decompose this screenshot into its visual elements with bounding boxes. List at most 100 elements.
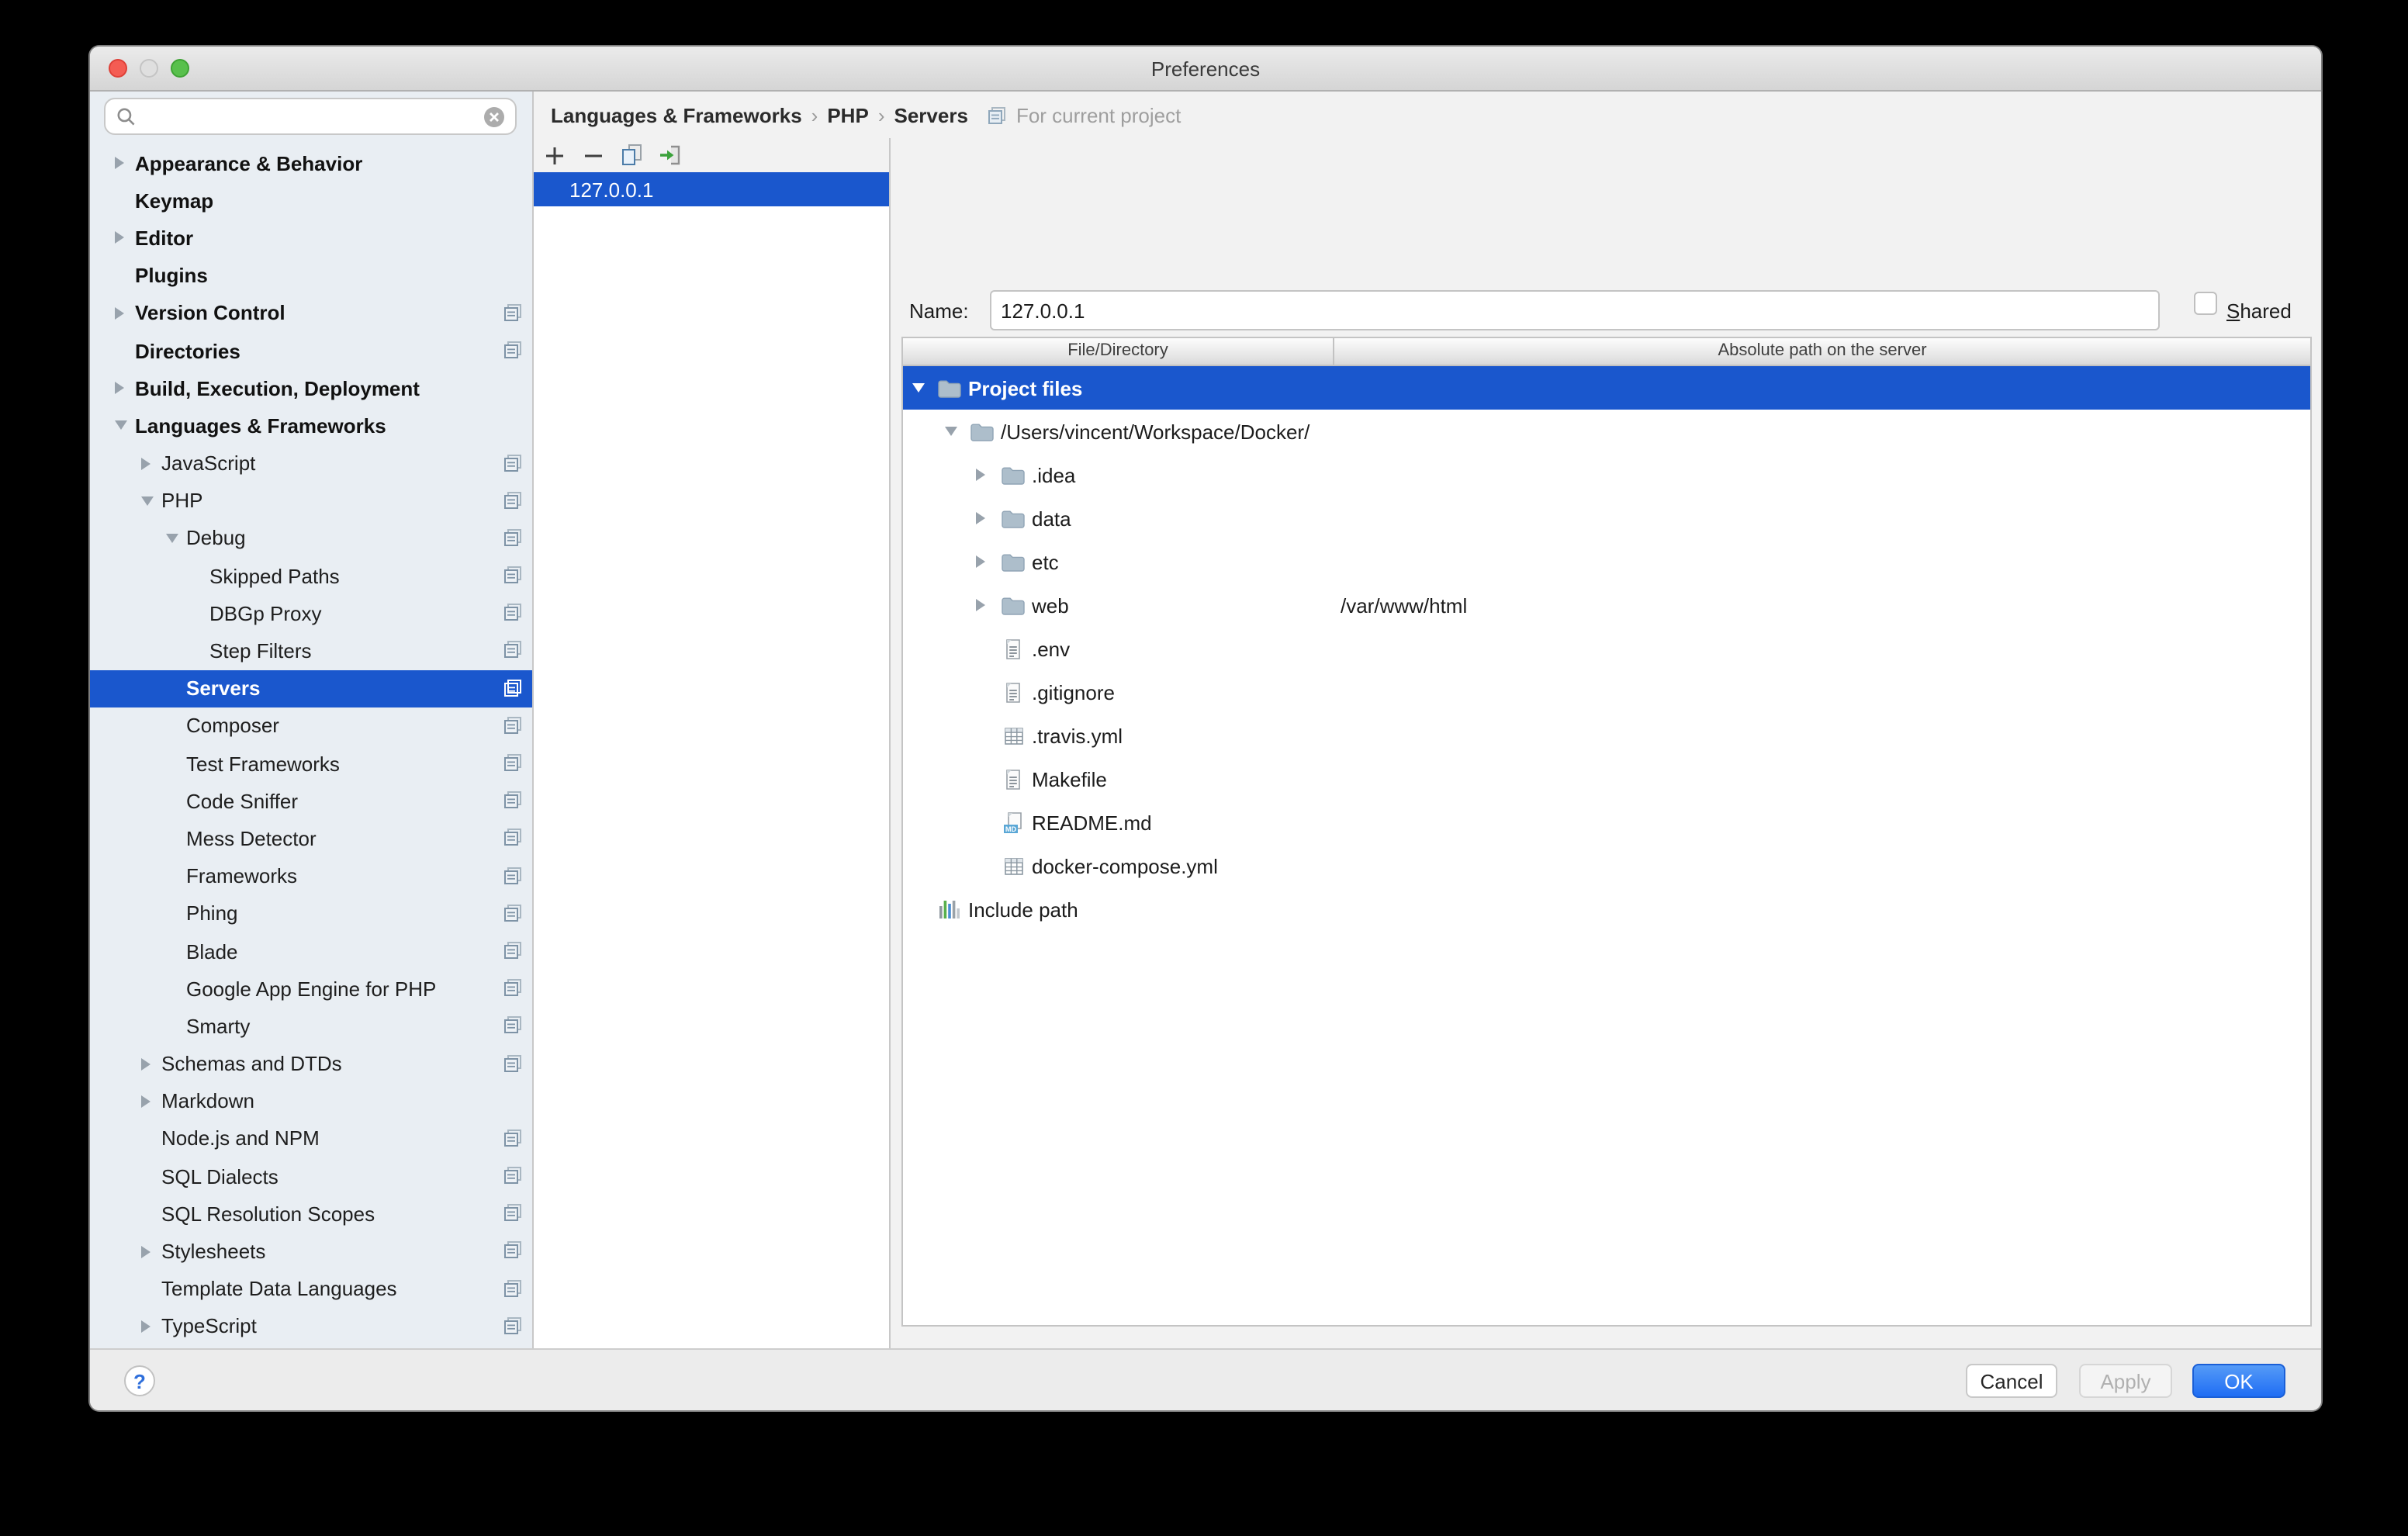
add-server-button[interactable] [538, 140, 569, 171]
sidebar-item-label: Template Data Languages [161, 1277, 397, 1300]
sidebar-item-schemas-and-dtds[interactable]: Schemas and DTDs [90, 1045, 532, 1082]
sidebar-item-languages-frameworks[interactable]: Languages & Frameworks [90, 407, 532, 445]
project-level-badge-icon [503, 903, 523, 928]
clear-search-icon[interactable] [483, 105, 506, 128]
breadcrumb-servers[interactable]: Servers [894, 103, 968, 126]
sidebar-item-stylesheets[interactable]: Stylesheets [90, 1233, 532, 1270]
sidebar-item-sql-resolution-scopes[interactable]: SQL Resolution Scopes [90, 1195, 532, 1233]
file-icon [1001, 637, 1026, 660]
chevron-right-icon[interactable] [141, 1095, 161, 1108]
sidebar-item-servers[interactable]: Servers [90, 669, 532, 707]
remove-server-button[interactable] [577, 140, 608, 171]
project-level-badge-icon [503, 603, 523, 628]
titlebar[interactable]: Preferences [90, 47, 2321, 92]
ok-button[interactable]: OK [2192, 1364, 2285, 1398]
sidebar-item-blade[interactable]: Blade [90, 932, 532, 970]
breadcrumb-languages-frameworks[interactable]: Languages & Frameworks [551, 103, 802, 126]
sidebar-item-label: Test Frameworks [186, 752, 340, 775]
sidebar-item-frameworks[interactable]: Frameworks [90, 857, 532, 894]
sidebar-item-markdown[interactable]: Markdown [90, 1082, 532, 1119]
sidebar-item-editor[interactable]: Editor [90, 220, 532, 257]
folder-icon [970, 421, 995, 441]
mapping-row-readme-md[interactable]: MDREADME.md [903, 801, 2310, 844]
help-button[interactable]: ? [124, 1365, 155, 1396]
sidebar-item-version-control[interactable]: Version Control [90, 295, 532, 332]
chevron-down-icon[interactable] [912, 383, 937, 393]
chevron-right-icon[interactable] [115, 157, 135, 169]
import-server-button[interactable] [655, 140, 686, 171]
sidebar-item-keymap[interactable]: Keymap [90, 182, 532, 219]
sidebar-item-directories[interactable]: Directories [90, 332, 532, 369]
chevron-right-icon[interactable] [141, 1057, 161, 1070]
mapping-row-makefile[interactable]: Makefile [903, 757, 2310, 801]
breadcrumb-php[interactable]: PHP [827, 103, 868, 126]
minimize-window-button[interactable] [140, 59, 158, 78]
mapping-label: Project files [968, 376, 1082, 400]
breadcrumb-separator: › [878, 103, 885, 126]
chevron-down-icon[interactable] [166, 534, 186, 543]
chevron-down-icon[interactable] [945, 427, 970, 436]
column-header-absolute-path[interactable]: Absolute path on the server [1334, 338, 2310, 365]
sidebar-item-mess-detector[interactable]: Mess Detector [90, 820, 532, 857]
chevron-right-icon[interactable] [115, 307, 135, 320]
chevron-right-icon[interactable] [976, 469, 1001, 481]
mapping-row-web[interactable]: web/var/www/html [903, 583, 2310, 627]
name-input[interactable] [990, 290, 2160, 330]
mapping-row-docker-compose-yml[interactable]: docker-compose.yml [903, 844, 2310, 887]
sidebar-item-skipped-paths[interactable]: Skipped Paths [90, 557, 532, 594]
sidebar-item-phing[interactable]: Phing [90, 895, 532, 932]
mapping-label: web [1032, 593, 1069, 617]
sidebar-item-smarty[interactable]: Smarty [90, 1008, 532, 1045]
mapping-row-travis-yml[interactable]: .travis.yml [903, 714, 2310, 757]
sidebar-item-label: Smarty [186, 1015, 250, 1038]
sidebar-item-template-data-languages[interactable]: Template Data Languages [90, 1270, 532, 1307]
column-header-file-directory[interactable]: File/Directory [903, 338, 1334, 365]
chevron-right-icon[interactable] [976, 512, 1001, 524]
apply-button[interactable]: Apply [2079, 1364, 2172, 1398]
sidebar-item-label: Google App Engine for PHP [186, 977, 436, 1000]
chevron-right-icon[interactable] [141, 1320, 161, 1333]
search-input[interactable] [144, 103, 483, 130]
sidebar-item-appearance-behavior[interactable]: Appearance & Behavior [90, 144, 532, 182]
mapping-row-data[interactable]: data [903, 496, 2310, 540]
sidebar-item-php[interactable]: PHP [90, 482, 532, 519]
project-scope-icon [987, 105, 1007, 125]
chevron-down-icon[interactable] [115, 421, 135, 431]
server-list: 127.0.0.1 [534, 172, 889, 1348]
close-window-button[interactable] [109, 59, 127, 78]
sidebar-item-build-execution-deployment[interactable]: Build, Execution, Deployment [90, 369, 532, 406]
sidebar-item-debug[interactable]: Debug [90, 520, 532, 557]
mapping-row-idea[interactable]: .idea [903, 453, 2310, 496]
mapping-row-project-files[interactable]: Project files [903, 366, 2310, 410]
sidebar-item-test-frameworks[interactable]: Test Frameworks [90, 745, 532, 782]
chevron-down-icon[interactable] [141, 496, 161, 506]
zoom-window-button[interactable] [171, 59, 189, 78]
shared-checkbox[interactable] [2194, 292, 2217, 315]
copy-server-button[interactable] [616, 140, 647, 171]
chevron-right-icon[interactable] [141, 1245, 161, 1258]
server-list-item-127-0-0-1[interactable]: 127.0.0.1 [534, 172, 889, 206]
chevron-right-icon[interactable] [115, 232, 135, 244]
sidebar-item-typescript[interactable]: TypeScript [90, 1308, 532, 1345]
chevron-right-icon[interactable] [141, 457, 161, 469]
mapping-row-include-path[interactable]: Include path [903, 887, 2310, 931]
sidebar-item-node-js-and-npm[interactable]: Node.js and NPM [90, 1120, 532, 1157]
mapping-row-etc[interactable]: etc [903, 540, 2310, 583]
sidebar-item-google-app-engine-for-php[interactable]: Google App Engine for PHP [90, 970, 532, 1007]
sidebar-item-step-filters[interactable]: Step Filters [90, 632, 532, 669]
sidebar-item-code-sniffer[interactable]: Code Sniffer [90, 782, 532, 819]
servers-toolbar [534, 138, 889, 172]
mapping-row-users-vincent-workspace-docker[interactable]: /Users/vincent/Workspace/Docker/ [903, 410, 2310, 453]
sidebar-item-composer[interactable]: Composer [90, 707, 532, 745]
chevron-right-icon[interactable] [976, 599, 1001, 611]
chevron-right-icon[interactable] [115, 382, 135, 394]
sidebar-item-dbgp-proxy[interactable]: DBGp Proxy [90, 595, 532, 632]
settings-search-box[interactable] [104, 98, 517, 135]
mapping-row-env[interactable]: .env [903, 627, 2310, 670]
sidebar-item-sql-dialects[interactable]: SQL Dialects [90, 1157, 532, 1195]
mapping-row-gitignore[interactable]: .gitignore [903, 670, 2310, 714]
chevron-right-icon[interactable] [976, 555, 1001, 568]
sidebar-item-plugins[interactable]: Plugins [90, 257, 532, 294]
sidebar-item-javascript[interactable]: JavaScript [90, 445, 532, 482]
cancel-button[interactable]: Cancel [1966, 1364, 2057, 1398]
